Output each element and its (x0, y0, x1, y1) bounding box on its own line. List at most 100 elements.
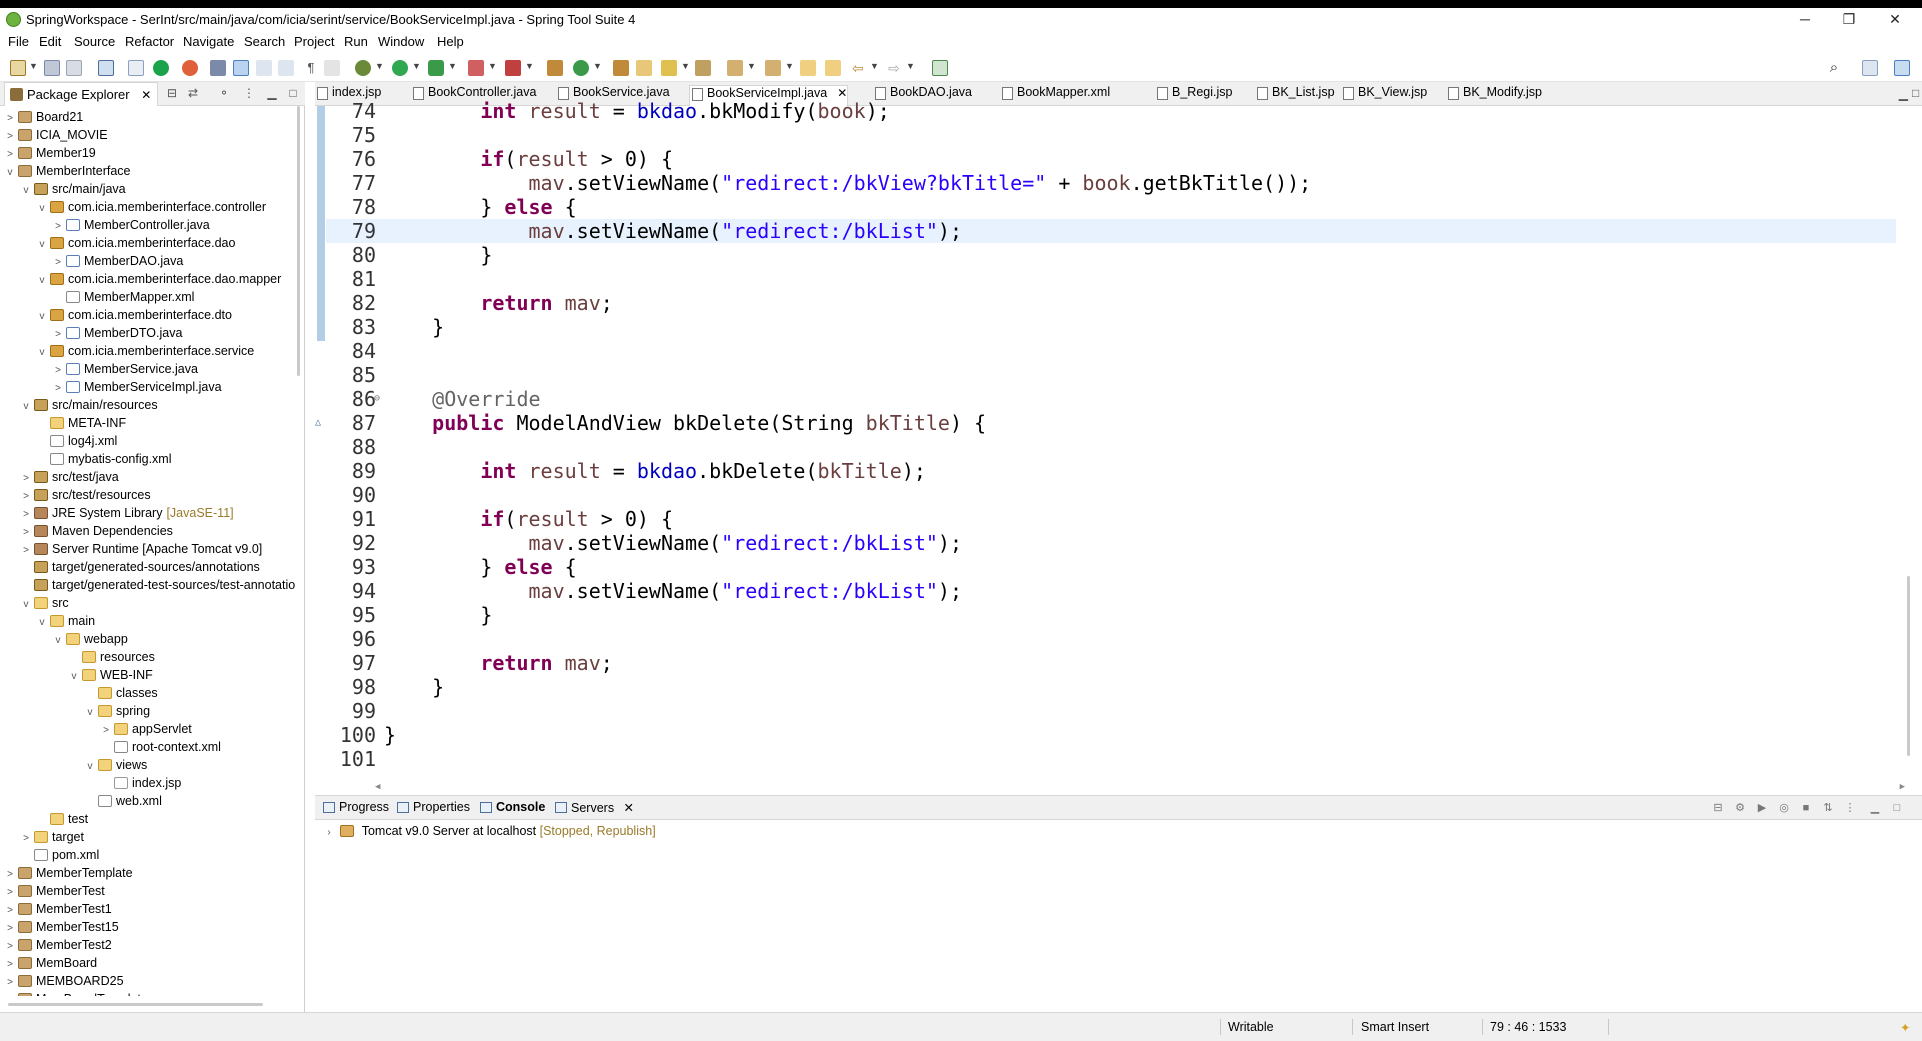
chevron-down-icon[interactable]: v (20, 398, 32, 416)
code-line[interactable]: 88 (326, 435, 1896, 459)
menu-help[interactable]: Help (437, 34, 464, 49)
code-line[interactable]: 74 int result = bkdao.bkModify(book); (326, 99, 1896, 123)
tree-item[interactable]: > MemberController.java (52, 216, 210, 234)
tree-item[interactable]: web.xml (84, 792, 162, 810)
previous-annotation-icon[interactable] (765, 60, 781, 76)
stop-icon[interactable] (468, 60, 484, 76)
bottom-tab[interactable]: Console (478, 800, 545, 814)
collapse-all-icon[interactable]: ⊟ (165, 86, 179, 100)
menu-search[interactable]: Search (244, 34, 285, 49)
tree-item[interactable]: v com.icia.memberinterface.dao.mapper (36, 270, 282, 288)
bottom-tab[interactable]: Properties (395, 800, 470, 814)
tree-item[interactable]: > MemBoardTemplate (4, 990, 148, 996)
code-line[interactable]: 97 return mav; (326, 651, 1896, 675)
tree-item[interactable]: > Maven Dependencies (20, 522, 173, 540)
tree-item[interactable]: v src (20, 594, 69, 612)
tree-item[interactable]: > Member19 (4, 144, 96, 162)
minimize-view-icon[interactable]: ▁ (265, 86, 279, 100)
editor-vertical-scrollbar[interactable] (1907, 106, 1910, 776)
editor-horizontal-scrollbar[interactable]: ◀ ▶ (375, 782, 1905, 796)
chevron-down-icon[interactable]: v (20, 182, 32, 200)
tree-item[interactable]: > MemBoard (4, 954, 97, 972)
chevron-down-icon[interactable]: v (36, 308, 48, 326)
chevron-down-icon[interactable]: ▼ (525, 61, 534, 71)
chevron-down-icon[interactable]: v (52, 632, 64, 650)
forward-icon[interactable]: ⇨ (886, 60, 902, 76)
tree-item[interactable]: > MemberService.java (52, 360, 198, 378)
tree-item[interactable]: v com.icia.memberinterface.service (36, 342, 255, 360)
link-with-editor-icon[interactable]: ⇄ (186, 86, 200, 100)
start-server-icon[interactable]: ▶ (1755, 801, 1769, 815)
toggle-mark-occurrences-icon[interactable] (233, 60, 249, 76)
code-line[interactable]: 75 (326, 123, 1896, 147)
chevron-down-icon[interactable]: ▼ (906, 61, 915, 71)
bottom-tab[interactable]: Servers ✕ (553, 800, 634, 815)
java-perspective-icon[interactable] (1894, 60, 1910, 76)
chevron-down-icon[interactable]: ▼ (375, 61, 384, 71)
server-row[interactable]: › Tomcat v9.0 Server at localhost [Stopp… (323, 824, 655, 838)
tree-item[interactable]: > MemberDAO.java (52, 252, 183, 270)
maximize-view-icon[interactable]: □ (1890, 801, 1904, 815)
chevron-right-icon[interactable]: › (323, 827, 335, 838)
tree-item[interactable]: target/generated-test-sources/test-annot… (20, 576, 295, 594)
tab-package-explorer[interactable]: Package Explorer ✕ (4, 82, 159, 106)
tree-item[interactable]: target/generated-sources/annotations (20, 558, 260, 576)
bottom-tab[interactable]: Progress (321, 800, 389, 814)
open-perspective-icon[interactable] (1862, 60, 1878, 76)
debug-icon[interactable] (355, 60, 371, 76)
menu-run[interactable]: Run (344, 34, 368, 49)
code-line[interactable]: 96 (326, 627, 1896, 651)
collapse-all-icon[interactable]: ⊟ (1711, 801, 1725, 815)
open-type-icon[interactable] (210, 60, 226, 76)
editor-maximize-icon[interactable]: □ (1912, 86, 1922, 100)
code-line[interactable]: 83 } (326, 315, 1896, 339)
chevron-down-icon[interactable]: ▼ (681, 61, 690, 71)
code-line[interactable]: 93 } else { (326, 555, 1896, 579)
code-line[interactable]: 89 int result = bkdao.bkDelete(bkTitle); (326, 459, 1896, 483)
new-class-icon[interactable] (573, 60, 589, 76)
chevron-down-icon[interactable]: v (68, 668, 80, 686)
code-line[interactable]: 77 mav.setViewName("redirect:/bkView?bkT… (326, 171, 1896, 195)
chevron-down-icon[interactable]: ▼ (29, 61, 38, 71)
tree-item[interactable]: v webapp (52, 630, 128, 648)
tree-item[interactable]: v src/main/java (20, 180, 126, 198)
tree-item[interactable]: > MEMBOARD25 (4, 972, 123, 990)
editor-minimize-icon[interactable]: ▁ (1899, 87, 1908, 101)
save-icon[interactable] (44, 60, 60, 76)
profile-server-icon[interactable]: ◎ (1777, 801, 1791, 815)
tree-item[interactable]: resources (68, 648, 155, 666)
tree-item[interactable]: classes (84, 684, 158, 702)
code-line[interactable]: 81 (326, 267, 1896, 291)
menu-refactor[interactable]: Refactor (125, 34, 174, 49)
tree-item[interactable]: root-context.xml (100, 738, 221, 756)
last-edit-icon[interactable] (324, 60, 340, 76)
code-line[interactable]: 79 mav.setViewName("redirect:/bkList"); (326, 219, 1896, 243)
tree-horizontal-scrollbar[interactable] (8, 1003, 263, 1006)
view-menu-icon[interactable]: ⋮ (242, 86, 256, 100)
spring-boot-dashboard-icon[interactable] (153, 60, 169, 76)
external-tools-icon[interactable] (505, 60, 521, 76)
stop-server-icon[interactable]: ■ (1799, 801, 1813, 815)
search-icon[interactable]: ⌕ (1826, 60, 1842, 76)
restore-button[interactable]: ❐ (1826, 8, 1872, 32)
show-whitespace-icon[interactable] (278, 60, 294, 76)
tree-item[interactable]: pom.xml (20, 846, 99, 864)
close-button[interactable]: ✕ (1872, 8, 1918, 32)
close-icon[interactable]: ✕ (141, 88, 151, 102)
minimize-view-icon[interactable]: ▁ (1868, 801, 1882, 815)
tree-item[interactable]: v WEB-INF (68, 666, 153, 684)
code-editor[interactable]: ◀ ▶ 74 int result = bkdao.bkModify(book)… (315, 99, 1922, 792)
chevron-down-icon[interactable]: v (84, 758, 96, 776)
tree-item[interactable]: v com.icia.memberinterface.dto (36, 306, 232, 324)
menu-window[interactable]: Window (378, 34, 424, 49)
chevron-down-icon[interactable]: v (36, 236, 48, 254)
search-pen-icon[interactable] (661, 60, 677, 76)
code-line[interactable]: 84 (326, 339, 1896, 363)
chevron-down-icon[interactable]: v (20, 596, 32, 614)
override-marker-icon[interactable]: △ (315, 411, 321, 435)
menu-source[interactable]: Source (74, 34, 115, 49)
code-line[interactable]: 86 ⊖ @Override (326, 387, 1896, 411)
tree-item[interactable]: v spring (84, 702, 151, 720)
task-icon[interactable] (695, 60, 711, 76)
tree-item[interactable]: > src/test/resources (20, 486, 151, 504)
